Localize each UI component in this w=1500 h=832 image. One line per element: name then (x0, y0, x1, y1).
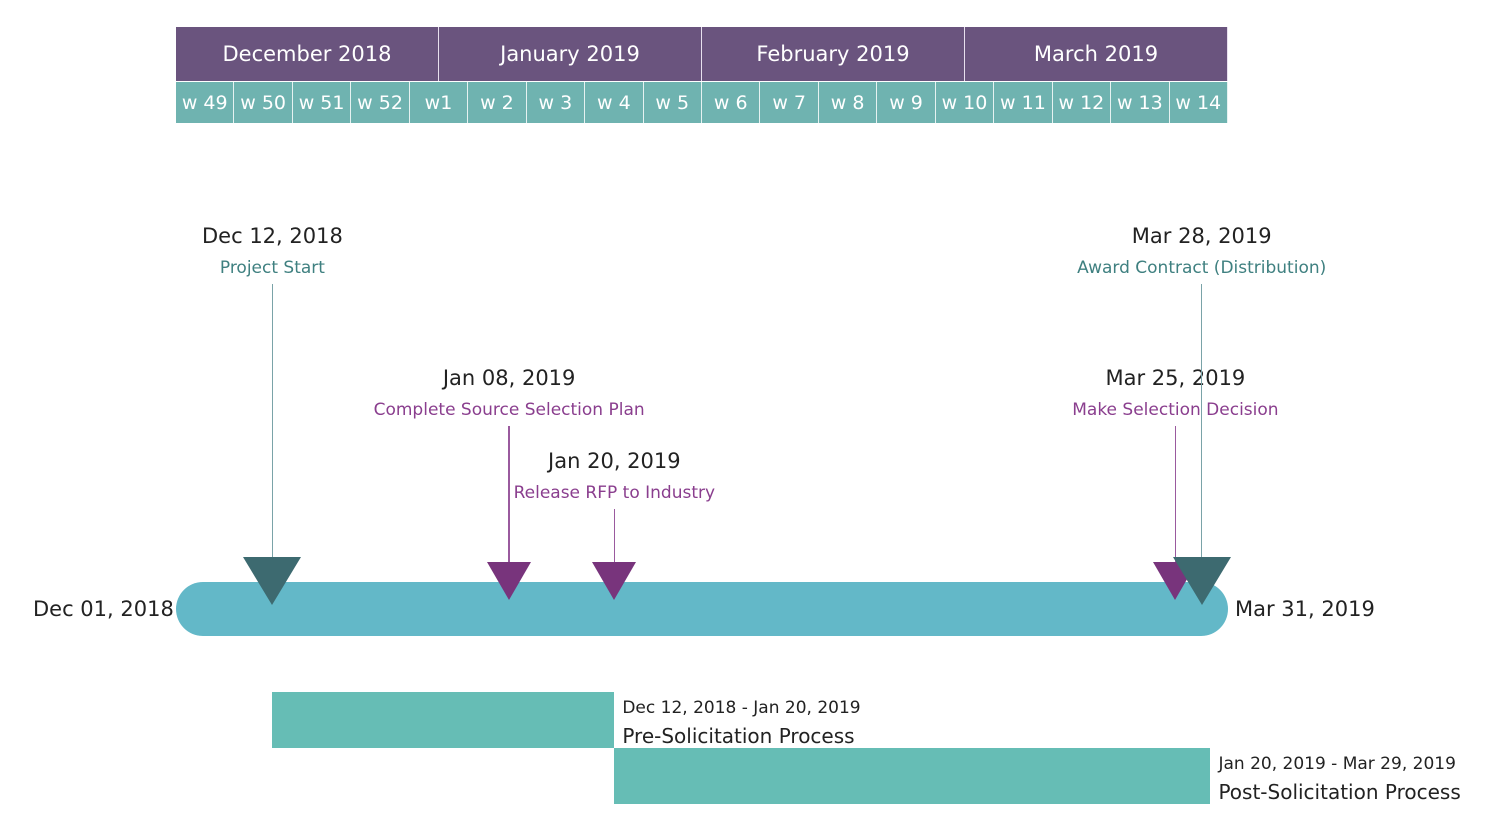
week-header: w 13 (1111, 82, 1170, 123)
milestone-name: Award Contract (Distribution) (1077, 258, 1327, 278)
week-header: w 6 (702, 82, 761, 123)
milestone-name: Make Selection Decision (1072, 400, 1279, 420)
month-header: March 2019 (965, 27, 1228, 81)
timeline-end-label: Mar 31, 2019 (1235, 597, 1375, 621)
phase-name: Post-Solicitation Process (1218, 780, 1461, 804)
week-header: w 50 (234, 82, 293, 123)
week-header: w 49 (176, 82, 235, 123)
week-header: w 9 (877, 82, 936, 123)
milestone-date: Jan 20, 2019 (548, 449, 681, 473)
milestone-stem (1174, 426, 1177, 566)
milestone-marker-icon (1172, 557, 1231, 605)
milestone-marker-icon (243, 557, 302, 605)
month-header: January 2019 (439, 27, 702, 81)
phase-name: Pre-Solicitation Process (622, 724, 855, 748)
milestone-name: Release RFP to Industry (513, 483, 716, 503)
week-header: w 7 (760, 82, 819, 123)
milestone-name: Complete Source Selection Plan (373, 400, 645, 420)
week-header: w 8 (818, 82, 878, 123)
milestone-stem (508, 426, 510, 566)
week-header: w 14 (1169, 82, 1228, 123)
month-header: December 2018 (176, 27, 439, 81)
week-header: w 52 (351, 82, 410, 123)
milestone-stem (1200, 284, 1203, 561)
week-header: w 10 (935, 82, 995, 123)
milestone-date: Mar 25, 2019 (1105, 366, 1246, 390)
week-header: w 12 (1052, 82, 1112, 123)
month-header: February 2019 (702, 27, 965, 81)
milestone-date: Dec 12, 2018 (202, 224, 343, 248)
milestone-date: Jan 08, 2019 (442, 366, 576, 390)
timeline-axis (176, 582, 1228, 636)
milestone-stem (271, 284, 274, 561)
milestone-date: Mar 28, 2019 (1131, 224, 1272, 248)
milestone-marker-icon (487, 562, 532, 600)
phase-date-range: Dec 12, 2018 - Jan 20, 2019 (622, 698, 861, 718)
week-header: w1 (409, 82, 469, 123)
week-header: w 11 (994, 82, 1053, 123)
milestone-stem (613, 509, 616, 566)
timeline-start-label: Dec 01, 2018 (33, 597, 174, 621)
week-header: w 4 (585, 82, 644, 123)
phase-bar (272, 692, 615, 748)
phase-date-range: Jan 20, 2019 - Mar 29, 2019 (1218, 754, 1456, 774)
milestone-marker-icon (592, 562, 637, 600)
week-header: w 51 (292, 82, 352, 123)
week-header: w 3 (526, 82, 586, 123)
week-header: w 2 (468, 82, 527, 123)
phase-bar (614, 748, 1211, 804)
milestone-name: Project Start (219, 258, 325, 278)
week-header: w 5 (643, 82, 702, 123)
